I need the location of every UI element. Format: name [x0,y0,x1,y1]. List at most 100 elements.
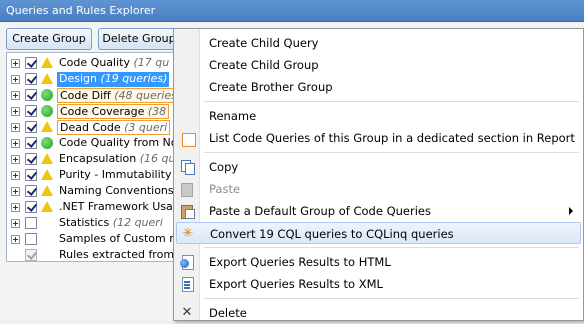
group-name: Encapsulation [59,152,137,165]
tree-item-label[interactable]: Encapsulation (16 qu [57,152,178,167]
tree-row[interactable]: Statistics (12 queri [7,215,195,231]
tree-row[interactable]: Rules extracted from [7,247,195,261]
tree-row[interactable]: Encapsulation (16 qu [7,151,195,167]
menu-item-export-queries-results-to-xml[interactable]: Export Queries Results to XML [176,273,581,295]
tree-item-label[interactable]: Code Quality (17 qu [57,56,171,71]
paste-icon [180,182,194,197]
group-name: Dead Code [60,121,121,134]
tree-row[interactable]: Code Coverage (38 [7,103,195,119]
queries-rules-explorer-window: Queries and Rules Explorer Create Group … [0,0,584,321]
expand-icon[interactable] [11,219,20,228]
tree-checkbox[interactable] [25,169,37,181]
paste-default-icon [180,204,195,219]
tree-row[interactable]: Code Quality (17 qu [7,55,195,71]
menu-item-copy[interactable]: Copy [176,156,581,178]
group-name: Rules extracted from [59,248,175,261]
tree-checkbox[interactable] [25,73,37,85]
tree-checkbox[interactable] [25,249,37,261]
menu-separator [204,101,579,102]
tree-item-label[interactable]: Naming Conventions [57,184,176,199]
expand-icon[interactable] [11,123,20,132]
expand-icon[interactable] [11,203,20,212]
group-name: Purity - Immutability - [59,168,179,181]
window-title: Queries and Rules Explorer [6,4,156,17]
tree-item-label[interactable]: Design (19 queries) [57,72,170,87]
warning-icon [41,201,53,212]
tree-item-label[interactable]: Purity - Immutability - [57,168,181,183]
menu-separator [204,247,579,248]
tree-row[interactable]: Code Diff (48 queries [7,87,195,103]
delete-group-button[interactable]: Delete Group [98,28,180,50]
menu-item-label: Paste [209,182,241,196]
tree-item-label[interactable]: Samples of Custom ru [57,232,183,247]
expand-icon[interactable] [11,171,20,180]
expand-icon[interactable] [11,91,20,100]
menu-item-create-child-group[interactable]: Create Child Group [176,54,581,76]
expand-icon[interactable] [11,75,20,84]
tree-row[interactable]: Design (19 queries) [7,71,195,87]
expand-icon[interactable] [11,107,20,116]
expand-icon[interactable] [11,187,20,196]
query-group-tree[interactable]: Code Quality (17 qu Design (19 queries) Co… [6,52,196,262]
menu-item-label: Delete [209,306,247,320]
ok-status-icon [41,105,53,117]
menu-item-convert-19-cql-queries-to-cqlinq-queries[interactable]: ✳ Convert 19 CQL queries to CQLinq querie… [176,222,581,244]
tree-row[interactable]: Code Quality from No [7,135,195,151]
query-count: (3 queri [120,121,168,134]
menu-separator [204,152,579,153]
tree-item-label[interactable]: Code Diff (48 queries [57,88,180,103]
tree-checkbox[interactable] [25,233,37,245]
copy-icon [180,160,195,175]
tree-row[interactable]: Samples of Custom ru [7,231,195,247]
tree-item-label[interactable]: Dead Code (3 queri [57,120,171,135]
menu-item-label: Create Child Group [209,58,319,72]
expand-icon[interactable] [11,59,20,68]
group-name: Design [59,72,97,85]
menu-item-list-code-queries-of-this-group-in-a-dedicated-section-in-report[interactable]: List Code Queries of this Group in a ded… [176,127,581,149]
export-html-icon [180,255,194,270]
warning-icon [41,153,53,164]
query-count: (12 queri [109,216,163,229]
menu-item-export-queries-results-to-html[interactable]: Export Queries Results to HTML [176,251,581,273]
tree-checkbox[interactable] [25,121,37,133]
warning-icon [41,73,53,84]
group-name: Code Quality [59,56,130,69]
expand-icon[interactable] [11,235,20,244]
menu-item-paste: Paste [176,178,581,200]
delete-icon: ✕ [181,305,193,320]
tree-item-label[interactable]: .NET Framework Usag [57,200,182,215]
create-group-button[interactable]: Create Group [6,28,92,50]
warning-icon [41,169,53,180]
menu-item-label: Create Child Query [209,36,319,50]
tree-item-label[interactable]: Code Coverage (38 [57,104,170,119]
tree-checkbox[interactable] [25,201,37,213]
expand-icon[interactable] [11,155,20,164]
convert-star-icon: ✳ [182,226,194,241]
query-count: (38 [144,105,167,118]
menu-item-paste-a-default-group-of-code-queries[interactable]: Paste a Default Group of Code Queries [176,200,581,222]
tree-checkbox[interactable] [25,217,37,229]
tree-checkbox[interactable] [25,105,37,117]
expand-icon[interactable] [11,139,20,148]
group-name: Code Quality from No [59,136,178,149]
title-bar: Queries and Rules Explorer [0,0,584,22]
tree-checkbox[interactable] [25,89,37,101]
tree-row[interactable]: Naming Conventions [7,183,195,199]
tree-checkbox[interactable] [25,57,37,69]
group-name: Code Diff [60,89,111,102]
tree-row[interactable]: Dead Code (3 queri [7,119,195,135]
tree-checkbox[interactable] [25,137,37,149]
tree-row[interactable]: .NET Framework Usag [7,199,195,215]
menu-item-create-child-query[interactable]: Create Child Query [176,32,581,54]
menu-item-rename[interactable]: Rename [176,105,581,127]
group-name: Samples of Custom ru [59,232,181,245]
query-count: (17 qu [129,56,170,69]
tree-item-label[interactable]: Statistics (12 queri [57,216,165,231]
menu-item-create-brother-group[interactable]: Create Brother Group [176,76,581,98]
tree-item-label[interactable]: Code Quality from No [57,136,180,151]
tree-checkbox[interactable] [25,153,37,165]
tree-item-label[interactable]: Rules extracted from [57,248,176,261]
tree-checkbox[interactable] [25,185,37,197]
menu-item-label: List Code Queries of this Group in a ded… [209,131,575,145]
tree-row[interactable]: Purity - Immutability - [7,167,195,183]
